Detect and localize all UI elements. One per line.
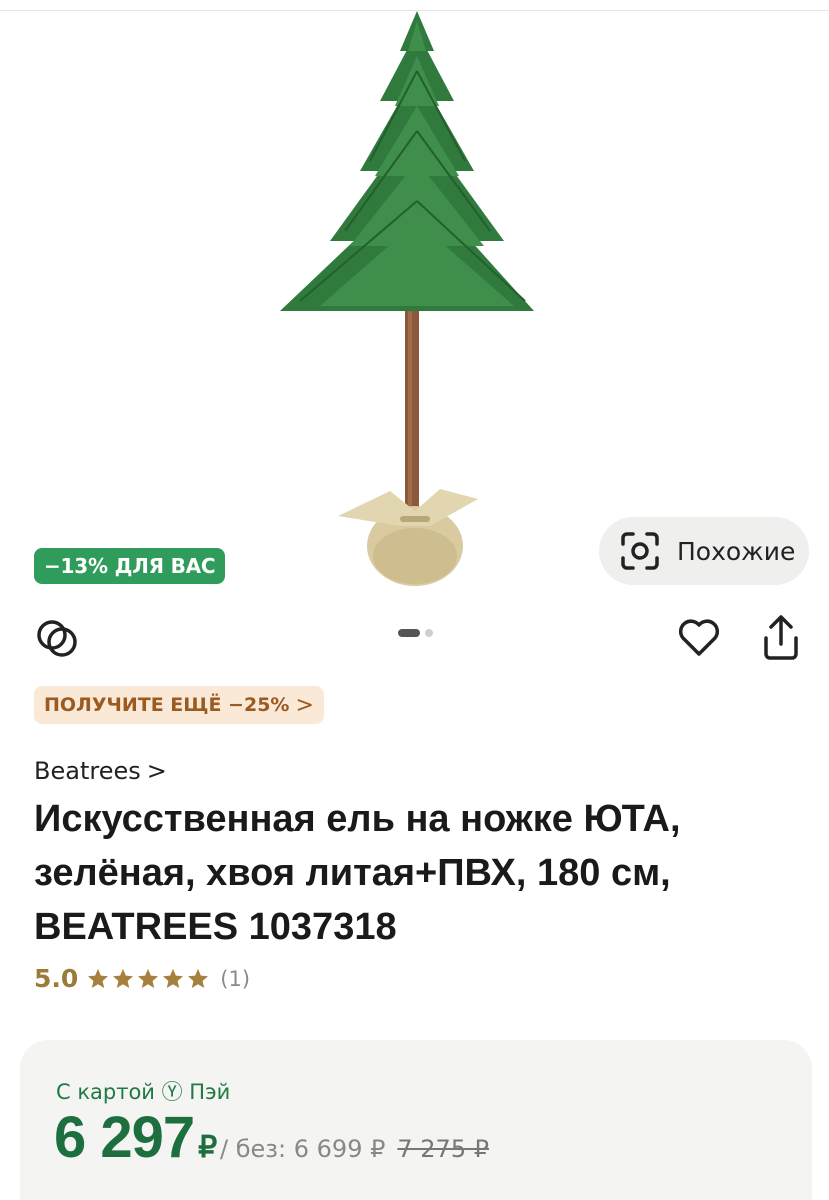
rating-stars [86,967,210,991]
chevron-right-icon: > [295,692,314,718]
price-without-card: / без: 6 699 ₽ [220,1135,386,1163]
current-price: 6 297 ₽ [54,1104,217,1171]
current-price-value: 6 297 [54,1105,195,1170]
gallery-pagination [398,629,433,637]
promo-label: ПОЛУЧИТЕ ЕЩЁ −25% [44,694,290,716]
product-title: Искусственная ель на ножке ЮТА, зелёная,… [34,798,681,948]
reviews-count[interactable]: (1) [220,967,250,991]
share-icon[interactable] [758,612,804,662]
heart-icon[interactable] [676,614,722,660]
similar-button-label: Похожие [677,536,796,566]
chevron-right-icon: > [146,757,167,785]
brand-link[interactable]: Beatrees > [34,757,167,785]
star-icon [113,968,134,988]
pay-card-label[interactable]: С картой Ⓨ Пэй [56,1076,230,1106]
extra-discount-promo[interactable]: ПОЛУЧИТЕ ЕЩЁ −25% > [34,686,324,724]
old-price: 7 275 ₽ [397,1135,489,1163]
product-rating[interactable]: 5.0 (1) [34,964,250,993]
product-image-gallery[interactable]: −13% ДЛЯ ВАС Похожие [0,11,829,596]
compare-icon[interactable] [34,615,80,661]
similar-button[interactable]: Похожие [599,517,809,585]
pagination-dot [425,629,433,637]
price-card: С картой Ⓨ Пэй 6 297 ₽ / без: 6 699 ₽ 7 2… [20,1040,812,1200]
pagination-dot-active [398,629,420,637]
currency-symbol: ₽ [198,1131,217,1164]
personal-discount-badge: −13% ДЛЯ ВАС [34,548,226,584]
brand-name: Beatrees [34,757,141,785]
product-image [280,11,534,586]
star-icon [138,968,159,988]
star-icon [88,968,109,988]
rating-score: 5.0 [34,964,79,993]
star-icon [188,968,209,988]
visual-search-icon [621,532,659,570]
price-alternatives: / без: 6 699 ₽ 7 275 ₽ [220,1135,489,1163]
star-icon [163,968,184,988]
